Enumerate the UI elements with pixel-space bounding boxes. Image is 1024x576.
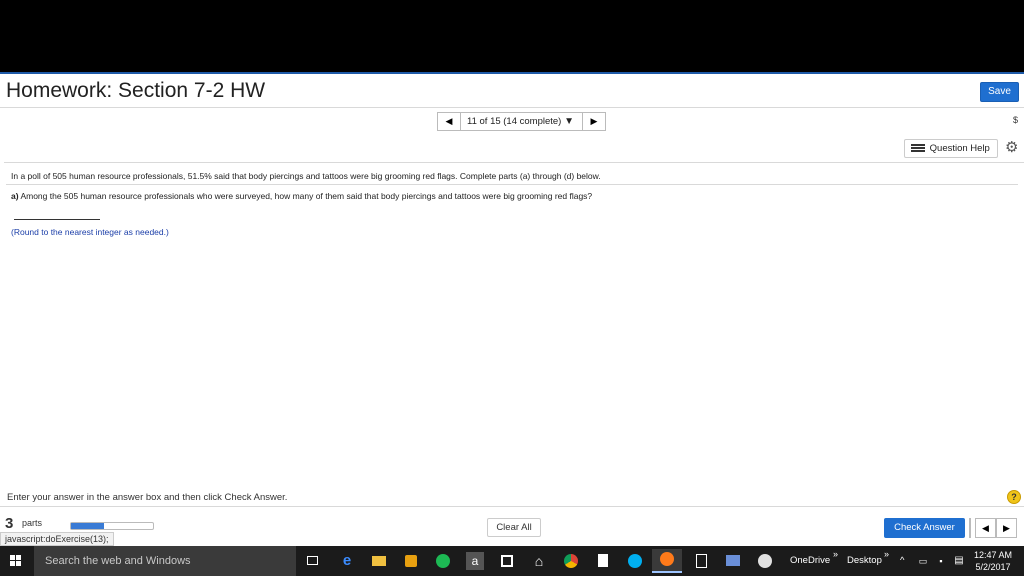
answer-input[interactable] [14, 210, 100, 220]
bottom-previous-button[interactable]: ◀ [975, 518, 996, 538]
separator [969, 518, 971, 538]
network-icon[interactable]: ▪ [932, 552, 950, 570]
homework-app: Homework: Section 7-2 HW Save ◀ 11 of 15… [0, 72, 1024, 546]
taskbar-search[interactable]: Search the web and Windows [34, 546, 296, 576]
title-bar: Homework: Section 7-2 HW Save [0, 74, 1024, 108]
browser-top-region [0, 0, 1024, 72]
question-counter: 11 of 15 (14 complete) [467, 116, 562, 127]
parts-progress-bar [70, 522, 154, 530]
store-icon[interactable] [498, 552, 516, 570]
skype-icon[interactable] [626, 552, 644, 570]
gear-icon[interactable]: ⚙ [1005, 138, 1018, 156]
store-a-icon[interactable]: a [466, 552, 484, 570]
show-hidden-icons[interactable]: ^ [900, 555, 904, 566]
question-help-label: Question Help [929, 143, 990, 154]
score-icon: $ [1013, 115, 1019, 125]
app-window-icon[interactable] [724, 552, 742, 570]
bottom-next-button[interactable]: ▶ [996, 518, 1017, 538]
calculator-icon[interactable] [692, 552, 710, 570]
part-text: Among the 505 human resource professiona… [18, 191, 593, 201]
page-title: Homework: Section 7-2 HW [6, 79, 266, 102]
windows-start-icon[interactable] [10, 555, 22, 567]
save-button[interactable]: Save [980, 82, 1019, 102]
chevron-down-icon: ▼ [564, 116, 574, 127]
chevron-right-icon[interactable]: » [884, 549, 889, 559]
list-icon [911, 144, 925, 153]
part-label: a) [11, 191, 19, 201]
divider [6, 184, 1018, 185]
paint-icon[interactable] [756, 552, 774, 570]
document-icon[interactable] [594, 552, 612, 570]
divider [0, 506, 1024, 507]
app-icon[interactable] [402, 552, 420, 570]
part-a-question: a) Among the 505 human resource professi… [11, 191, 592, 201]
desktop-toolbar[interactable]: Desktop [847, 555, 882, 566]
parts-progress-fill [71, 523, 104, 529]
help-icon[interactable]: ? [1007, 490, 1021, 504]
spotify-icon[interactable] [434, 552, 452, 570]
home-icon[interactable]: ⌂ [530, 552, 548, 570]
check-answer-button[interactable]: Check Answer [884, 518, 965, 538]
battery-icon[interactable]: ▭ [914, 552, 932, 570]
edge-icon[interactable]: e [338, 552, 356, 570]
system-clock[interactable]: 12:47 AM 5/2/2017 [972, 549, 1014, 573]
clear-all-button[interactable]: Clear All [487, 518, 541, 537]
notifications-icon[interactable]: ▤ [950, 552, 968, 570]
previous-question-button[interactable]: ◀ [437, 112, 461, 131]
question-help-button[interactable]: Question Help [904, 139, 998, 158]
rounding-hint: (Round to the nearest integer as needed.… [11, 227, 169, 237]
status-url: javascript:doExercise(13); [0, 532, 114, 546]
parts-label: parts [22, 518, 43, 528]
clock-date: 5/2/2017 [975, 562, 1011, 572]
instructions-text: Enter your answer in the answer box and … [7, 492, 288, 503]
chrome-icon[interactable] [562, 552, 580, 570]
clock-time: 12:47 AM [973, 550, 1013, 560]
firefox-icon[interactable] [652, 549, 682, 573]
question-nav: ◀ 11 of 15 (14 complete) ▼ ▶ $ [0, 108, 1024, 135]
parts-count: 3 [5, 515, 14, 532]
file-explorer-icon[interactable] [370, 552, 388, 570]
taskbar: Search the web and Windows e a ⌂ OneDriv… [0, 546, 1024, 576]
tools-row: Question Help ⚙ [4, 135, 1024, 163]
task-view-icon[interactable] [303, 552, 321, 570]
next-question-button[interactable]: ▶ [582, 112, 606, 131]
onedrive-toolbar[interactable]: OneDrive [790, 555, 830, 566]
problem-statement: In a poll of 505 human resource professi… [11, 171, 601, 181]
chevron-right-icon[interactable]: » [833, 549, 838, 559]
question-selector[interactable]: 11 of 15 (14 complete) ▼ [461, 112, 582, 131]
